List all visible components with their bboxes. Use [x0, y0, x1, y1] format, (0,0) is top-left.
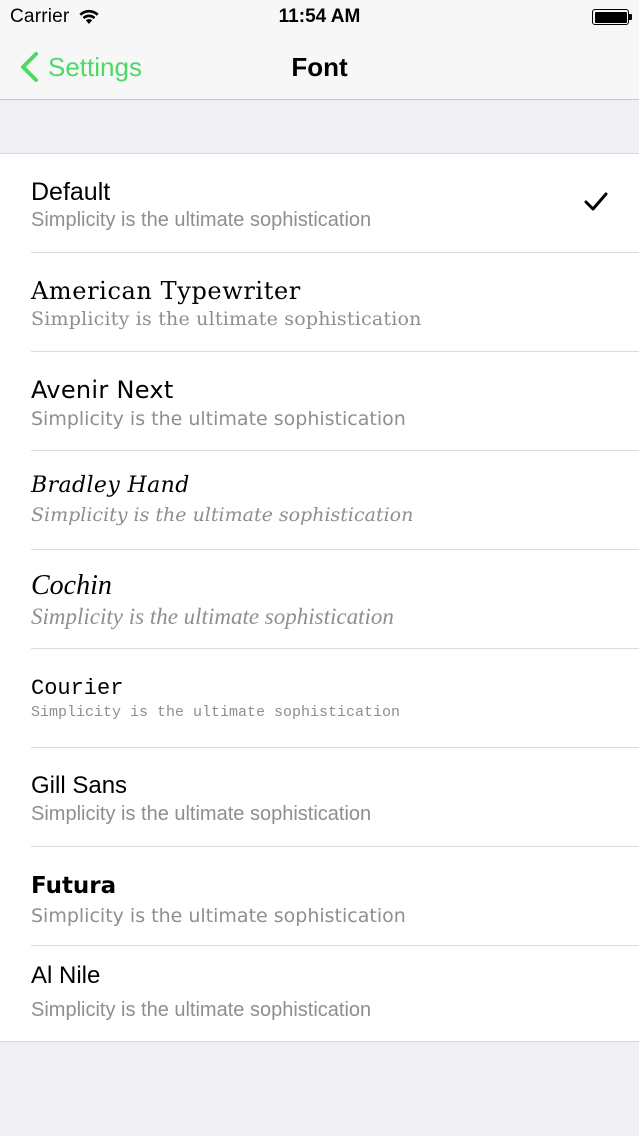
font-option-al-nile[interactable]: Al Nile Simplicity is the ultimate sophi…: [0, 946, 639, 1045]
font-name: Courier: [31, 676, 124, 701]
font-sample: Simplicity is the ultimate sophisticatio…: [31, 704, 401, 721]
font-list: Default Simplicity is the ultimate sophi…: [0, 153, 639, 1042]
font-sample: Simplicity is the ultimate sophisticatio…: [31, 408, 406, 430]
font-name: Avenir Next: [31, 376, 174, 404]
font-sample: Simplicity is the ultimate sophisticatio…: [31, 209, 372, 231]
checkmark-icon: [584, 192, 608, 211]
font-sample: Simplicity is the ultimate sophisticatio…: [31, 604, 394, 629]
page-title: Font: [291, 52, 348, 82]
font-option-futura[interactable]: Futura Simplicity is the ultimate sophis…: [0, 847, 639, 946]
font-option-bradley-hand[interactable]: Bradley Hand Simplicity is the ultimate …: [0, 451, 639, 550]
font-option-cochin[interactable]: Cochin Simplicity is the ultimate sophis…: [0, 550, 639, 649]
font-sample: Simplicity is the ultimate sophisticatio…: [31, 504, 414, 526]
battery-icon: [592, 9, 629, 25]
font-name: Futura: [31, 873, 117, 899]
font-name: Al Nile: [31, 962, 101, 989]
font-sample: Simplicity is the ultimate sophisticatio…: [31, 999, 372, 1021]
font-option-default[interactable]: Default Simplicity is the ultimate sophi…: [0, 154, 639, 253]
font-sample: Simplicity is the ultimate sophisticatio…: [31, 803, 372, 825]
font-name: Gill Sans: [31, 772, 128, 799]
font-sample: Simplicity is the ultimate sophisticatio…: [31, 308, 422, 330]
font-name: American Typewriter: [31, 277, 301, 305]
font-option-american-typewriter[interactable]: American Typewriter Simplicity is the ul…: [0, 253, 639, 352]
font-option-courier[interactable]: Courier Simplicity is the ultimate sophi…: [0, 649, 639, 748]
status-time: 11:54 AM: [278, 6, 361, 27]
battery-tip: [629, 14, 632, 20]
navigation-bar: Settings Font: [0, 34, 639, 100]
font-option-gill-sans[interactable]: Gill Sans Simplicity is the ultimate sop…: [0, 748, 639, 847]
font-sample: Simplicity is the ultimate sophisticatio…: [31, 905, 406, 927]
font-name: Cochin: [31, 570, 112, 601]
font-name: Bradley Hand: [31, 473, 190, 498]
font-name: Default: [31, 178, 111, 206]
status-bar: Carrier 11:54 AM: [0, 0, 639, 34]
font-option-avenir-next[interactable]: Avenir Next Simplicity is the ultimate s…: [0, 352, 639, 451]
